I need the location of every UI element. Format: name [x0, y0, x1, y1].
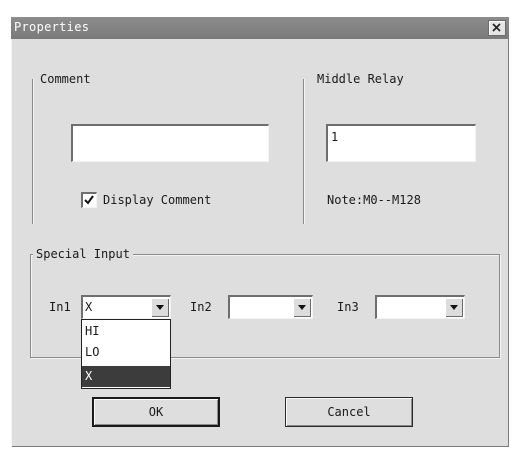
dropdown-option-hi[interactable]: HI: [82, 321, 170, 342]
properties-dialog: Properties Comment Display Comment Middl…: [11, 17, 509, 447]
chevron-down-icon: [450, 305, 458, 310]
in1-label: In1: [49, 300, 71, 314]
in2-dropdown-button[interactable]: [293, 298, 311, 317]
in2-label: In2: [190, 300, 212, 314]
in1-dropdown-list: HI LO X: [81, 319, 171, 389]
close-button[interactable]: [488, 20, 506, 36]
cancel-button[interactable]: Cancel: [285, 397, 413, 427]
ok-button[interactable]: OK: [92, 397, 220, 427]
comment-input[interactable]: [71, 124, 269, 162]
checkmark-icon: [84, 195, 94, 205]
middle-relay-group-legend: Middle Relay: [314, 72, 407, 86]
special-input-group-legend: Special Input: [33, 247, 133, 261]
in3-select[interactable]: [375, 295, 465, 319]
in1-select[interactable]: X: [81, 295, 171, 319]
middle-relay-group-left-edge: [303, 79, 304, 224]
close-icon: [492, 23, 501, 32]
chevron-down-icon: [156, 305, 164, 310]
in3-label: In3: [337, 300, 359, 314]
display-comment-label[interactable]: Display Comment: [103, 193, 211, 207]
in2-select[interactable]: [228, 295, 313, 319]
display-comment-checkbox[interactable]: [81, 192, 97, 208]
dropdown-option-x[interactable]: X: [82, 366, 170, 387]
chevron-down-icon: [298, 305, 306, 310]
in1-dropdown-button[interactable]: [151, 298, 169, 317]
title-bar[interactable]: Properties: [11, 17, 509, 39]
in3-dropdown-button[interactable]: [445, 298, 463, 317]
in1-selected-value: X: [85, 300, 93, 314]
middle-relay-input[interactable]: 1: [326, 124, 476, 162]
middle-relay-note: Note:M0--M128: [327, 193, 421, 207]
comment-group-left-edge: [32, 79, 33, 224]
comment-group-legend: Comment: [37, 72, 94, 86]
dialog-title: Properties: [14, 20, 90, 34]
dropdown-option-lo[interactable]: LO: [82, 342, 170, 363]
